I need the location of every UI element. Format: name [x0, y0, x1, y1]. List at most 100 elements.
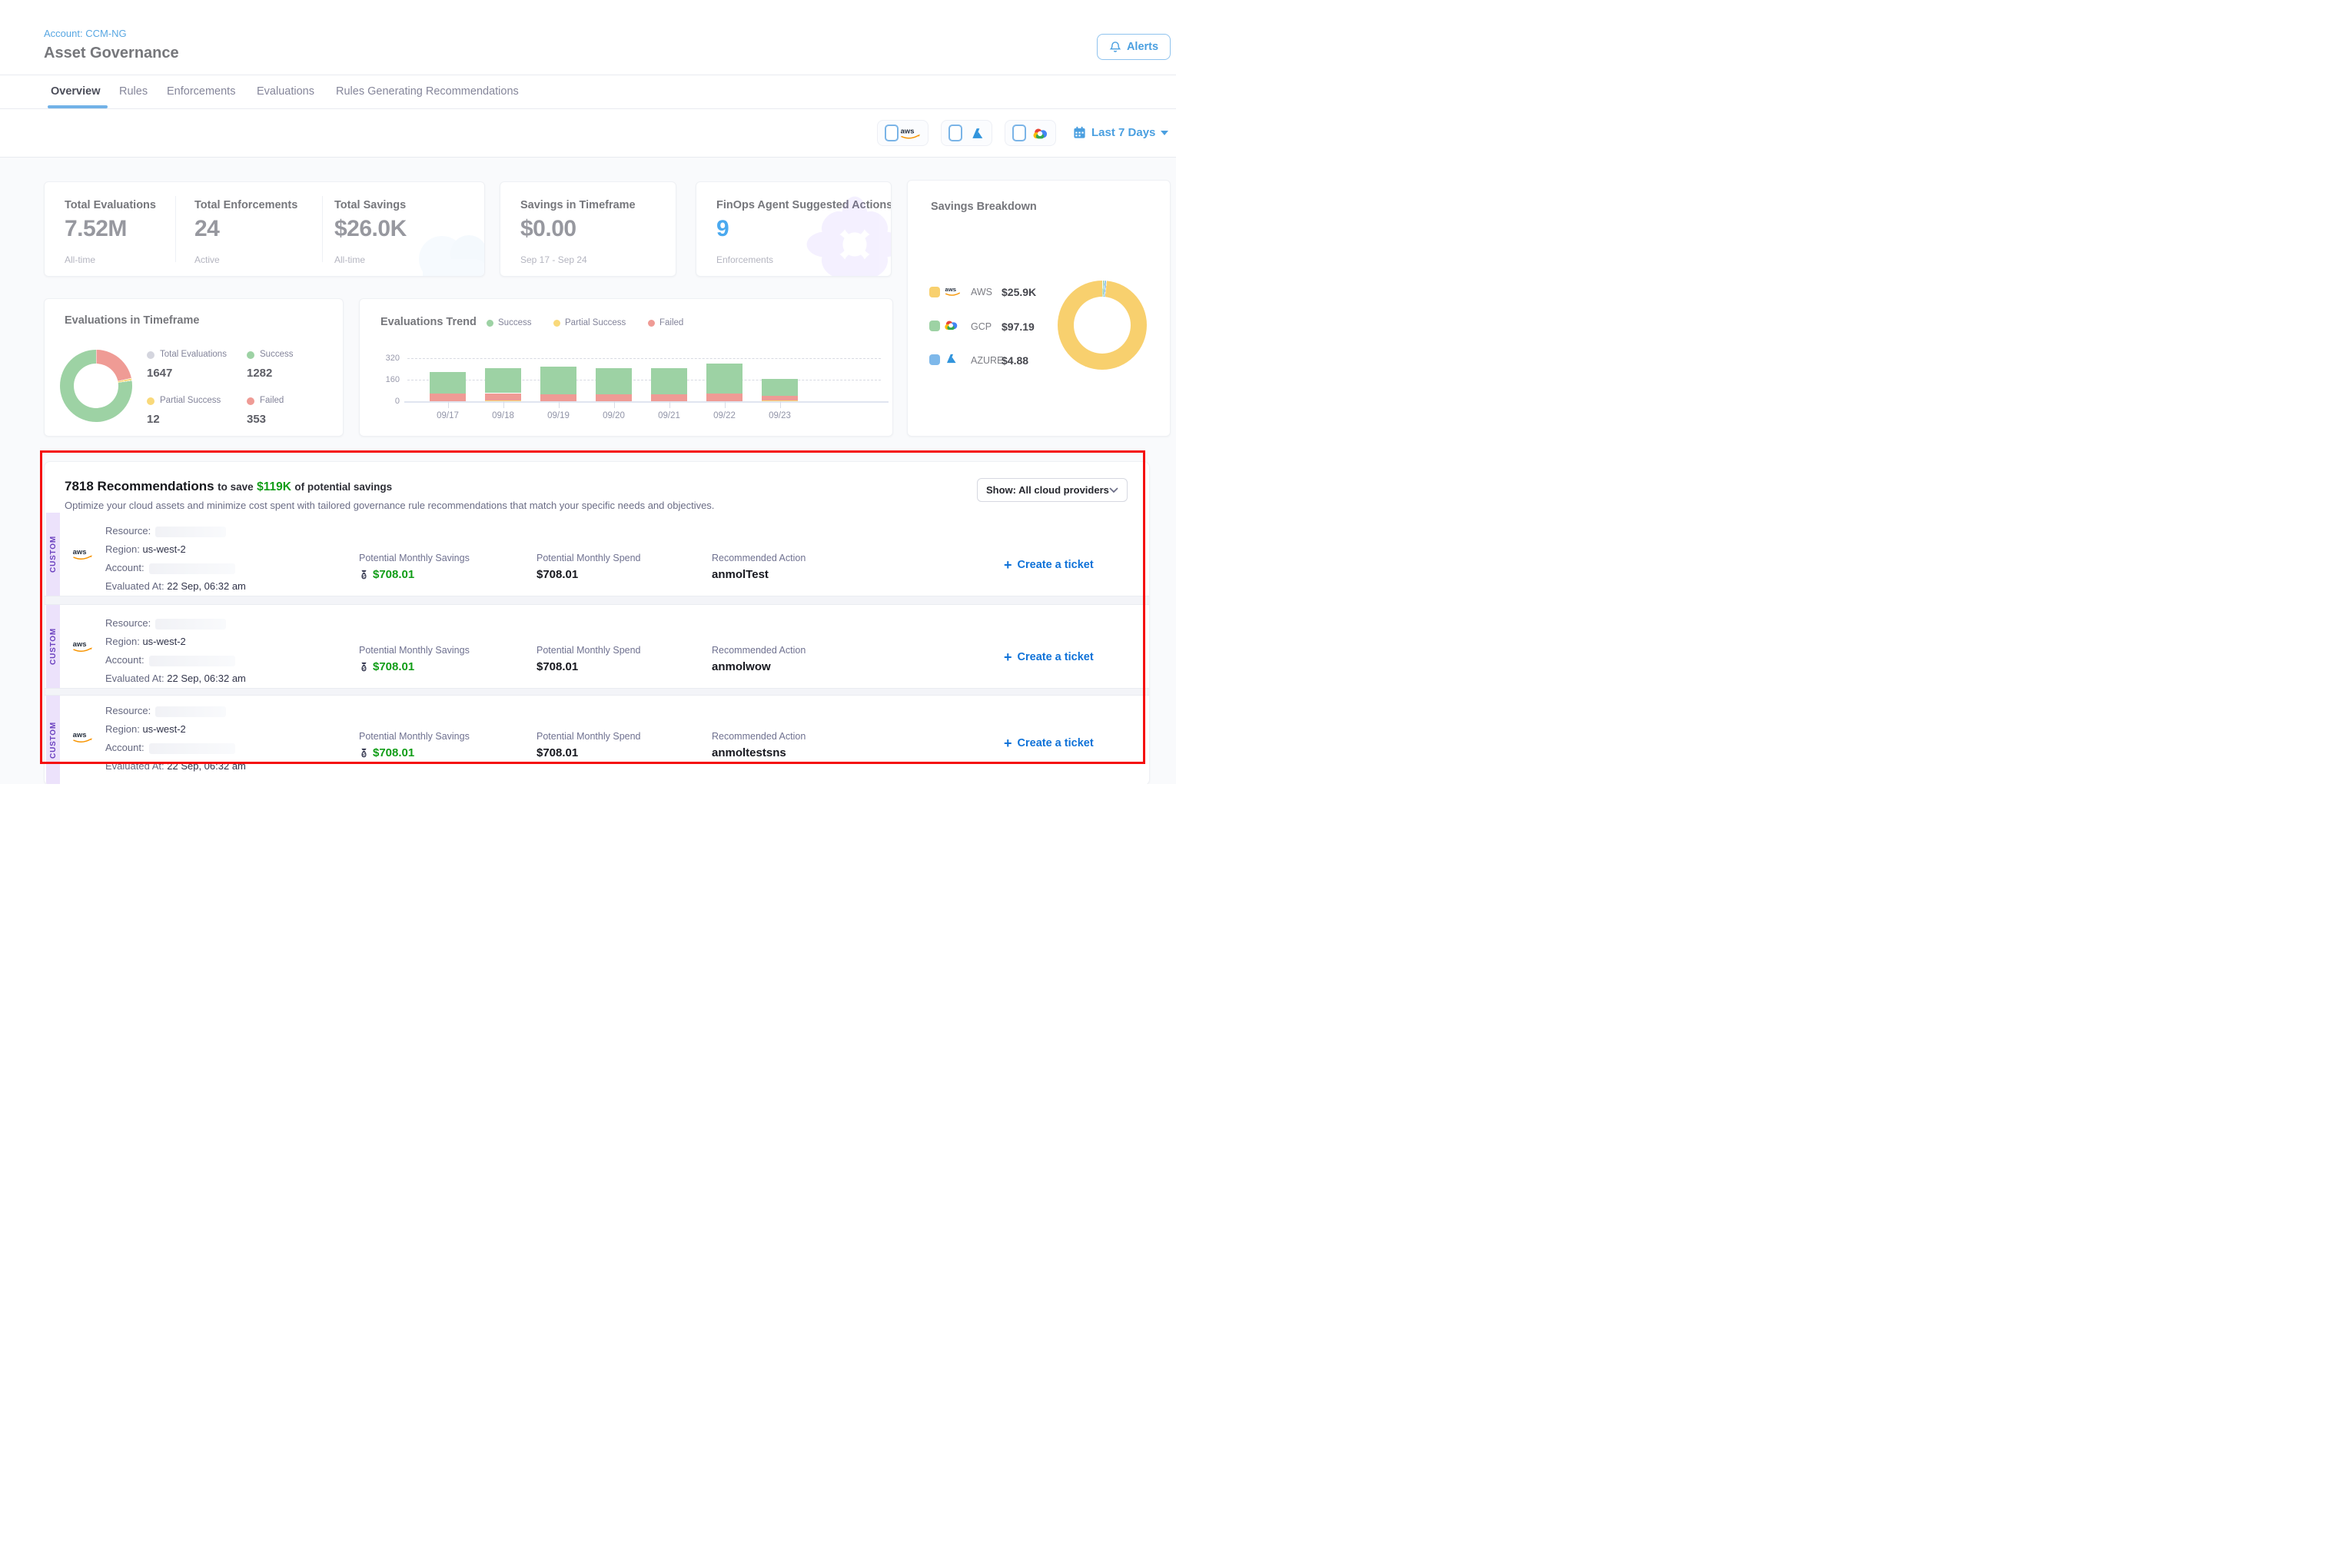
trend-seg: [485, 394, 521, 400]
savings-column-label: Potential Monthly Savings: [359, 731, 470, 742]
redacted-account-value: [149, 563, 235, 574]
svg-text:aws: aws: [73, 548, 87, 556]
finops-agent-value: 9: [716, 216, 729, 242]
redacted-resource-value: [155, 527, 226, 537]
divider: [0, 157, 1176, 158]
redacted-resource-value: [155, 706, 226, 717]
provider-filter-gcp[interactable]: [1005, 120, 1056, 146]
tab-overview[interactable]: Overview: [51, 85, 101, 98]
partial-success-legend-value: 12: [147, 413, 160, 426]
tab-enforcements[interactable]: Enforcements: [167, 85, 235, 98]
svg-text:$: $: [363, 573, 366, 579]
aws-checkbox[interactable]: [885, 125, 899, 141]
failed-legend-value: 353: [247, 413, 266, 426]
create-ticket-button[interactable]: +Create a ticket: [1004, 737, 1094, 749]
region-line: Region: us-west-2: [105, 543, 186, 555]
total-evaluations-value: 7.52M: [65, 216, 127, 242]
aws-logo-icon: aws: [945, 285, 962, 297]
tab-evaluations[interactable]: Evaluations: [257, 85, 314, 98]
create-ticket-button[interactable]: + Create a ticket: [1004, 559, 1094, 571]
partial-success-legend-label: Partial Success: [160, 396, 221, 405]
date-range-picker[interactable]: Last 7 Days: [1073, 126, 1168, 139]
total-savings-title: Total Savings: [334, 199, 406, 211]
savings-column-label: Potential Monthly Savings: [359, 645, 470, 656]
savings-in-timeframe-caption: Sep 17 - Sep 24: [520, 254, 587, 265]
azure-checkbox[interactable]: [948, 125, 962, 141]
trend-seg: [540, 367, 576, 394]
savings-breakdown-card: Savings Breakdown aws AWS $25.9K GCP $97…: [907, 180, 1171, 437]
trend-tick: [669, 401, 670, 408]
action-value: anmolwow: [712, 660, 771, 673]
money-bag-icon: $: [359, 569, 369, 581]
resource-line: Resource:: [105, 525, 226, 537]
trend-tick: [559, 401, 560, 408]
plus-icon: +: [1004, 560, 1012, 570]
date-range-label: Last 7 Days: [1091, 126, 1155, 139]
trend-grid: [407, 358, 881, 359]
partial-success-dot: [147, 397, 154, 405]
recommendations-mid-text: to save: [218, 481, 254, 493]
redacted-resource-value: [155, 619, 226, 630]
savings-in-timeframe-value: $0.00: [520, 216, 576, 242]
trend-xlabel: 09/20: [590, 411, 639, 420]
tab-bar: Overview Rules Enforcements Evaluations …: [0, 85, 1176, 108]
account-breadcrumb[interactable]: Account: CCM-NG: [44, 28, 127, 39]
action-value: anmolTest: [712, 568, 769, 581]
header-band: [0, 0, 1176, 157]
create-ticket-label: Create a ticket: [1018, 737, 1094, 749]
spend-value: $708.01: [537, 660, 578, 673]
svg-text:$: $: [363, 666, 366, 671]
divider: [175, 196, 176, 262]
svg-text:aws: aws: [73, 640, 87, 649]
trend-seg: [540, 394, 576, 401]
total-evaluations-caption: All-time: [65, 254, 95, 265]
provider-filter-azure[interactable]: [941, 120, 992, 146]
create-ticket-button[interactable]: +Create a ticket: [1004, 651, 1094, 663]
calendar-icon: [1073, 126, 1086, 139]
create-ticket-label: Create a ticket: [1018, 559, 1094, 571]
finops-agent-card: FinOps Agent Suggested Actions 9 Enforce…: [696, 181, 892, 277]
azure-legend-swatch: [929, 354, 940, 365]
recommendations-count: 7818 Recommendations: [65, 479, 214, 493]
failed-dot: [247, 397, 254, 405]
gcp-logo-icon: [1032, 127, 1048, 140]
trend-seg: [706, 364, 742, 394]
account-line: Account:: [105, 654, 235, 666]
recommendations-card: 7818 Recommendations to save $119K of po…: [44, 461, 1150, 784]
trend-seg: [762, 379, 798, 396]
finops-flower-watermark-icon: [805, 194, 892, 277]
cloud-provider-filter-dropdown[interactable]: Show: All cloud providers: [977, 478, 1128, 502]
gcp-checkbox[interactable]: [1012, 125, 1026, 141]
evaluations-donut: [60, 350, 132, 422]
total-savings-value: $26.0K: [334, 216, 407, 242]
action-value: anmoltestsns: [712, 746, 786, 759]
trend-tick: [614, 401, 615, 408]
savings-value: $$708.01: [359, 568, 414, 581]
tab-rules-generating-recommendations[interactable]: Rules Generating Recommendations: [336, 85, 519, 98]
spend-value: $708.01: [537, 568, 578, 581]
trend-xlabel: 09/18: [479, 411, 528, 420]
success-dot: [247, 351, 254, 359]
alerts-button[interactable]: Alerts: [1097, 34, 1171, 60]
total-evaluations-legend-value: 1647: [147, 367, 172, 380]
gcp-legend-value: $97.19: [1002, 321, 1035, 333]
spend-column-label: Potential Monthly Spend: [537, 645, 641, 656]
region-line: Region: us-west-2: [105, 723, 186, 735]
action-column-label: Recommended Action: [712, 731, 806, 742]
trend-xlabel: 09/19: [534, 411, 583, 420]
bell-icon: [1109, 41, 1121, 53]
donut-hole: [74, 364, 118, 408]
total-enforcements-title: Total Enforcements: [194, 199, 297, 211]
provider-filter-aws[interactable]: aws: [877, 120, 929, 146]
trend-seg: [430, 372, 466, 393]
page-title: Asset Governance: [44, 45, 179, 62]
evaluations-timeframe-title: Evaluations in Timeframe: [65, 314, 199, 327]
trend-seg: [762, 396, 798, 400]
action-column-label: Recommended Action: [712, 553, 806, 563]
evaluations-trend-card: Evaluations Trend Success Partial Succes…: [359, 298, 893, 437]
svg-text:aws: aws: [901, 128, 915, 136]
total-evaluations-dot: [147, 351, 154, 359]
recommendation-row: CUSTOM aws Resource: Region: us-west-2 A…: [45, 605, 1149, 688]
tab-rules[interactable]: Rules: [119, 85, 148, 98]
redacted-account-value: [149, 743, 235, 754]
